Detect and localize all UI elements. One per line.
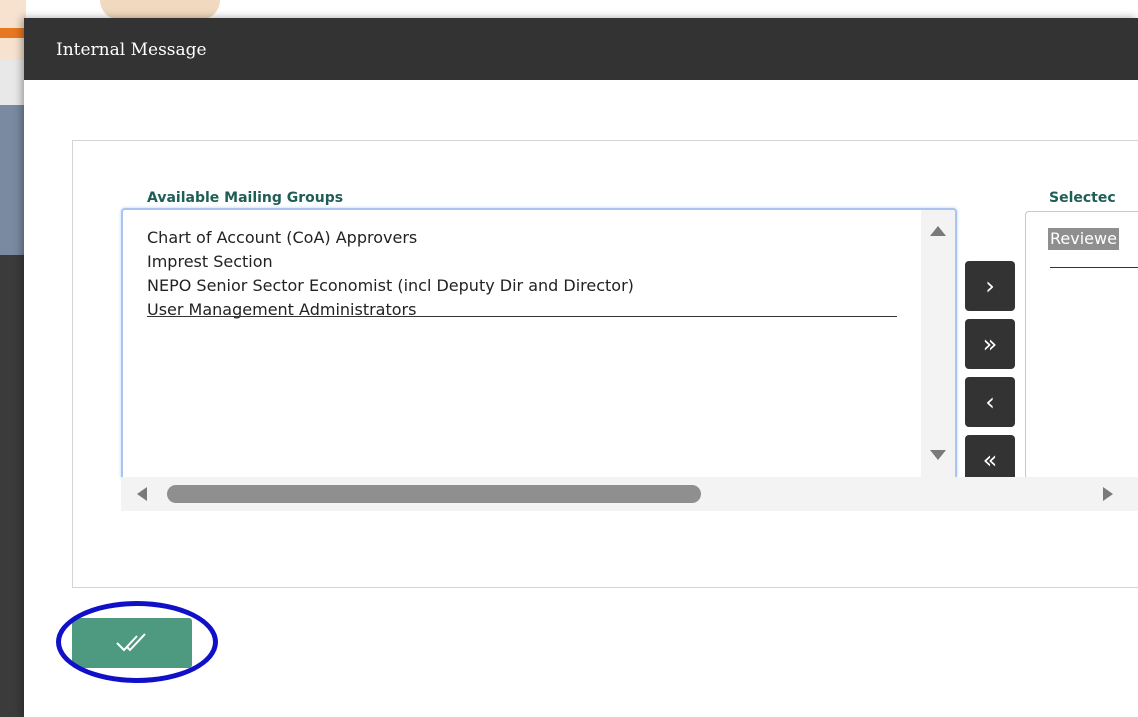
scroll-up-icon[interactable] [930, 226, 946, 236]
scroll-right-icon[interactable] [1103, 487, 1113, 501]
available-groups-list[interactable]: Chart of Account (CoA) Approvers Imprest… [121, 208, 957, 480]
scrollbar-thumb[interactable] [167, 485, 701, 503]
list-divider [147, 316, 897, 317]
add-selected-button[interactable]: › [965, 261, 1015, 311]
horizontal-scrollbar[interactable] [121, 477, 1138, 511]
background-logo [100, 0, 220, 20]
scroll-down-icon[interactable] [930, 450, 946, 460]
dialog-header: Internal Message [24, 18, 1138, 80]
background-app [0, 0, 26, 717]
vertical-scrollbar[interactable] [921, 210, 955, 478]
mailing-groups-panel: Available Mailing Groups Selectec Chart … [72, 140, 1138, 588]
available-groups-label: Available Mailing Groups [147, 190, 344, 206]
selected-groups-label: Selectec [1049, 190, 1116, 206]
selected-groups-list[interactable]: Reviewe [1025, 211, 1138, 479]
dialog-title: Internal Message [56, 40, 207, 60]
internal-message-dialog: Internal Message Available Mailing Group… [24, 18, 1138, 717]
annotation-highlight-circle [56, 601, 218, 683]
add-all-button[interactable]: » [965, 319, 1015, 369]
background-banner [0, 105, 26, 255]
list-item[interactable]: NEPO Senior Sector Economist (incl Deput… [147, 274, 634, 298]
list-item[interactable]: Imprest Section [147, 250, 634, 274]
list-divider [1050, 267, 1138, 268]
background-accent [0, 28, 26, 38]
list-item[interactable]: Chart of Account (CoA) Approvers [147, 226, 634, 250]
remove-selected-button[interactable]: ‹ [965, 377, 1015, 427]
scroll-left-icon[interactable] [137, 487, 147, 501]
background-sidebar [0, 255, 26, 717]
list-item[interactable]: User Management Administrators [147, 298, 634, 322]
list-item[interactable]: Reviewe [1048, 228, 1119, 250]
